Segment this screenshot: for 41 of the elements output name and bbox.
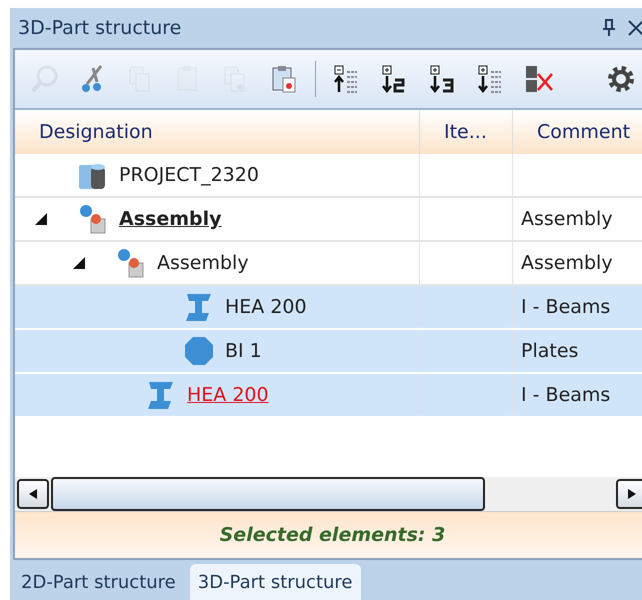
tree-row[interactable]: Assembly Assembly — [15, 198, 642, 242]
pin-icon — [602, 19, 616, 37]
column-header[interactable]: Ite... — [420, 110, 513, 154]
comment-text: I - Beams — [521, 384, 610, 406]
column-header[interactable]: Designation — [15, 110, 420, 154]
plate-icon — [183, 335, 215, 367]
triangle-icon — [35, 213, 47, 225]
tree-row[interactable]: BI 1 Plates — [15, 330, 642, 374]
status-text: Selected elements: 3 — [220, 524, 446, 546]
tree-label: Assembly — [119, 208, 222, 230]
tree-row[interactable]: HEA 200 I - Beams — [15, 286, 642, 330]
horizontal-scrollbar[interactable] — [15, 477, 642, 511]
scroll-left-button[interactable] — [17, 479, 49, 509]
tree-label: PROJECT_2320 — [119, 164, 259, 186]
magnifier-icon — [29, 64, 59, 94]
left-arrow-icon — [29, 489, 37, 499]
comment-text: Assembly — [521, 252, 613, 274]
sort-clear-icon — [524, 64, 554, 94]
tree-label: Assembly — [157, 252, 249, 274]
triangle-icon — [73, 257, 85, 269]
tree-label: HEA 200 — [225, 296, 307, 318]
comment-text: Plates — [521, 340, 578, 362]
tree-row[interactable]: HEA 200 I - Beams — [15, 374, 642, 418]
right-arrow-icon — [628, 489, 636, 499]
tree-row[interactable]: Assembly Assembly — [15, 242, 642, 286]
comment-text: Assembly — [521, 208, 613, 230]
copy-icon — [128, 64, 152, 94]
panel-tab[interactable]: 2D-Part structure — [13, 564, 184, 600]
panel-tab[interactable]: 3D-Part structure — [190, 564, 360, 600]
close-icon — [628, 20, 642, 36]
scroll-right-button[interactable] — [616, 479, 642, 509]
settings-icon — [606, 64, 636, 94]
scroll-thumb[interactable] — [51, 477, 485, 511]
tree-row[interactable]: PROJECT_2320 — [15, 154, 642, 198]
tree-label: HEA 200 — [187, 384, 269, 406]
scissors-icon — [79, 64, 105, 94]
clipboard-icon — [271, 64, 297, 94]
tree-label: BI 1 — [225, 340, 262, 362]
panel-title: 3D-Part structure — [18, 17, 182, 39]
comment-text: I - Beams — [521, 296, 610, 318]
column-header[interactable]: Comment — [513, 110, 642, 154]
